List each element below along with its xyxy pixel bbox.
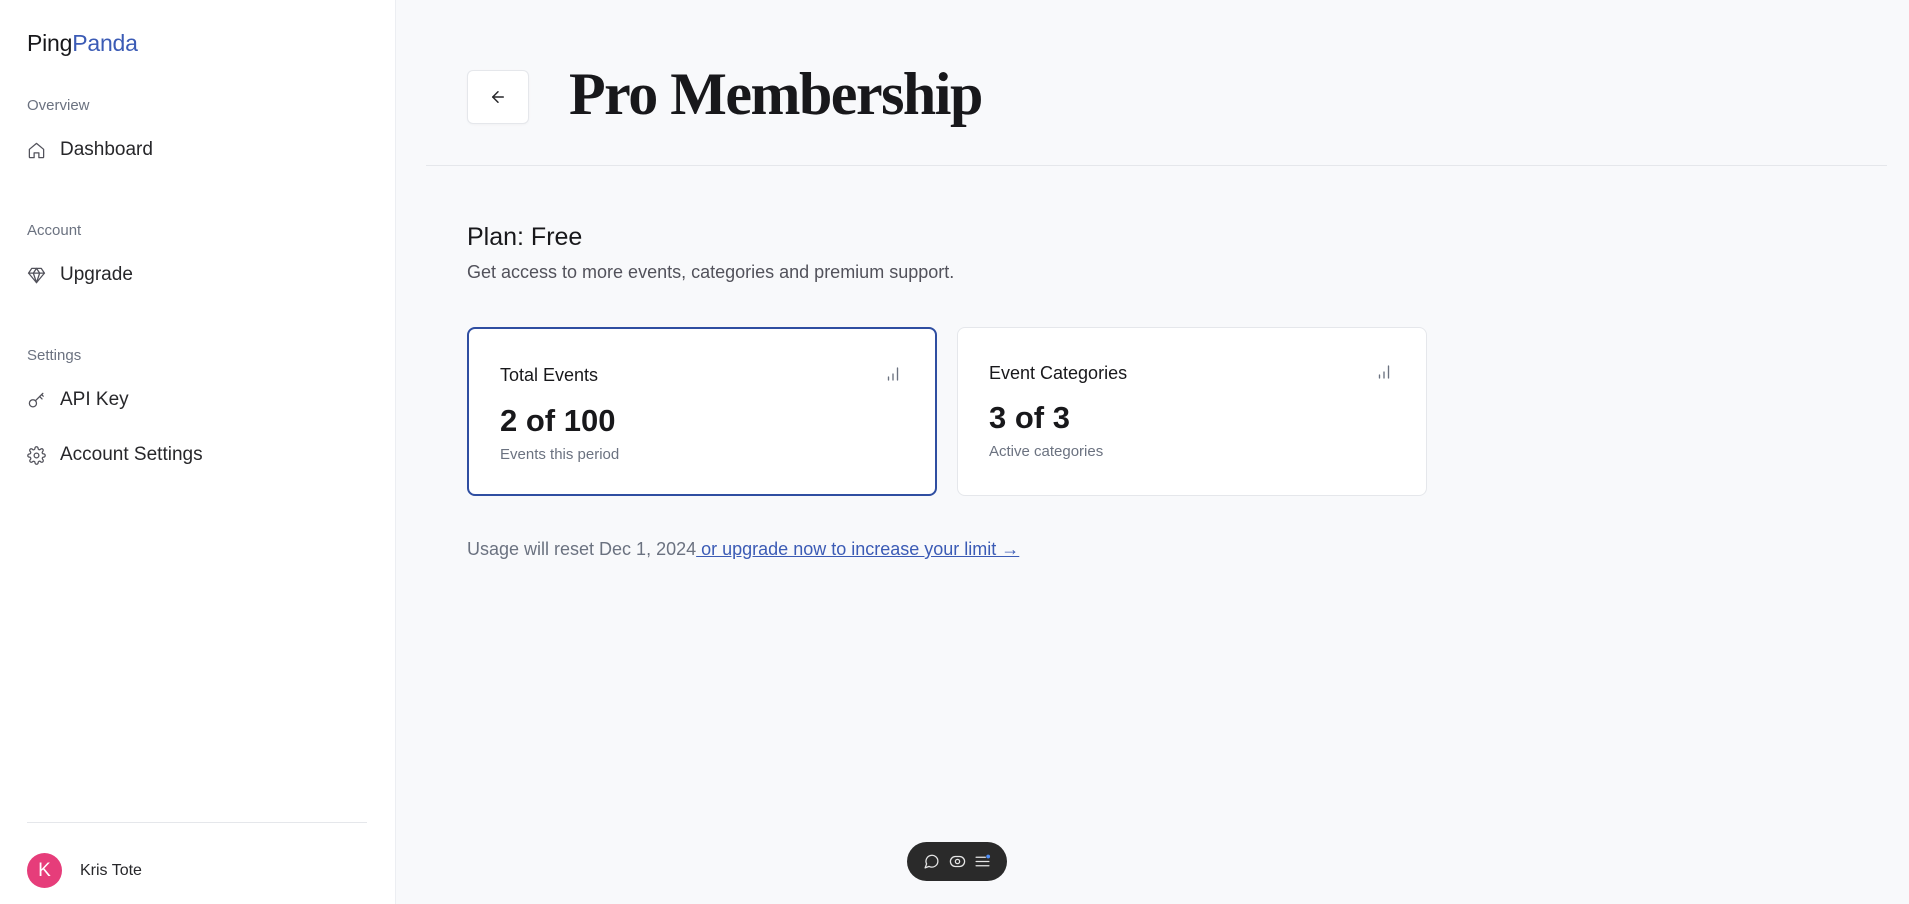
upgrade-link[interactable]: or upgrade now to increase your limit → [696, 539, 1019, 559]
bar-chart-icon [884, 365, 902, 383]
sidebar-item-label: Upgrade [60, 264, 133, 285]
card-value: 2 of 100 [500, 403, 616, 438]
plan-description: Get access to more events, categories an… [467, 262, 955, 282]
sidebar-item-api-key[interactable]: API Key [27, 384, 129, 416]
sidebar: PingPanda Overview Dashboard Account Upg… [0, 0, 396, 904]
section-label-overview: Overview [27, 97, 90, 114]
arrow-left-icon [492, 91, 504, 103]
plan-title: Plan: Free [467, 223, 583, 251]
card-title: Total Events [500, 365, 599, 385]
sidebar-item-label: Account Settings [60, 444, 203, 465]
user-profile[interactable]: K Kris Tote [27, 853, 142, 888]
section-label-account: Account [27, 222, 82, 239]
key-icon [28, 392, 44, 407]
sidebar-divider [27, 822, 367, 823]
card-subtitle: Events this period [500, 446, 620, 463]
gem-icon [27, 267, 46, 283]
logo-part-1: Ping [27, 30, 73, 56]
card-subtitle: Active categories [989, 443, 1104, 460]
event-categories-card[interactable]: Event Categories 3 of 3 Active categorie… [957, 327, 1427, 496]
comment-icon[interactable] [923, 853, 940, 870]
page-title: Pro Membership [569, 61, 983, 127]
card-title: Event Categories [989, 363, 1128, 383]
floating-toolbar [907, 842, 1007, 881]
sidebar-item-account-settings[interactable]: Account Settings [27, 439, 203, 471]
usage-reset-text: Usage will reset Dec 1, 2024 [467, 539, 697, 559]
sidebar-item-label: API Key [60, 389, 129, 410]
bar-chart-icon [1375, 363, 1393, 381]
eye-icon[interactable] [949, 853, 966, 870]
gear-icon [27, 445, 46, 465]
header-divider [426, 165, 1887, 166]
menu-icon[interactable] [974, 853, 991, 870]
avatar[interactable]: K [27, 853, 62, 888]
card-value: 3 of 3 [989, 400, 1070, 435]
user-name: Kris Tote [80, 861, 142, 879]
sidebar-item-label: Dashboard [60, 139, 153, 160]
section-label-settings: Settings [27, 347, 82, 364]
total-events-card[interactable]: Total Events 2 of 100 Events this period [467, 327, 937, 496]
logo-part-2: Panda [72, 30, 138, 56]
back-button[interactable] [467, 70, 529, 124]
sidebar-item-dashboard[interactable]: Dashboard [27, 134, 153, 166]
app-logo[interactable]: PingPanda [27, 30, 138, 57]
home-icon [28, 142, 45, 158]
sidebar-item-upgrade[interactable]: Upgrade [27, 259, 133, 291]
usage-reset-note: Usage will reset Dec 1, 2024 or upgrade … [467, 539, 1019, 560]
